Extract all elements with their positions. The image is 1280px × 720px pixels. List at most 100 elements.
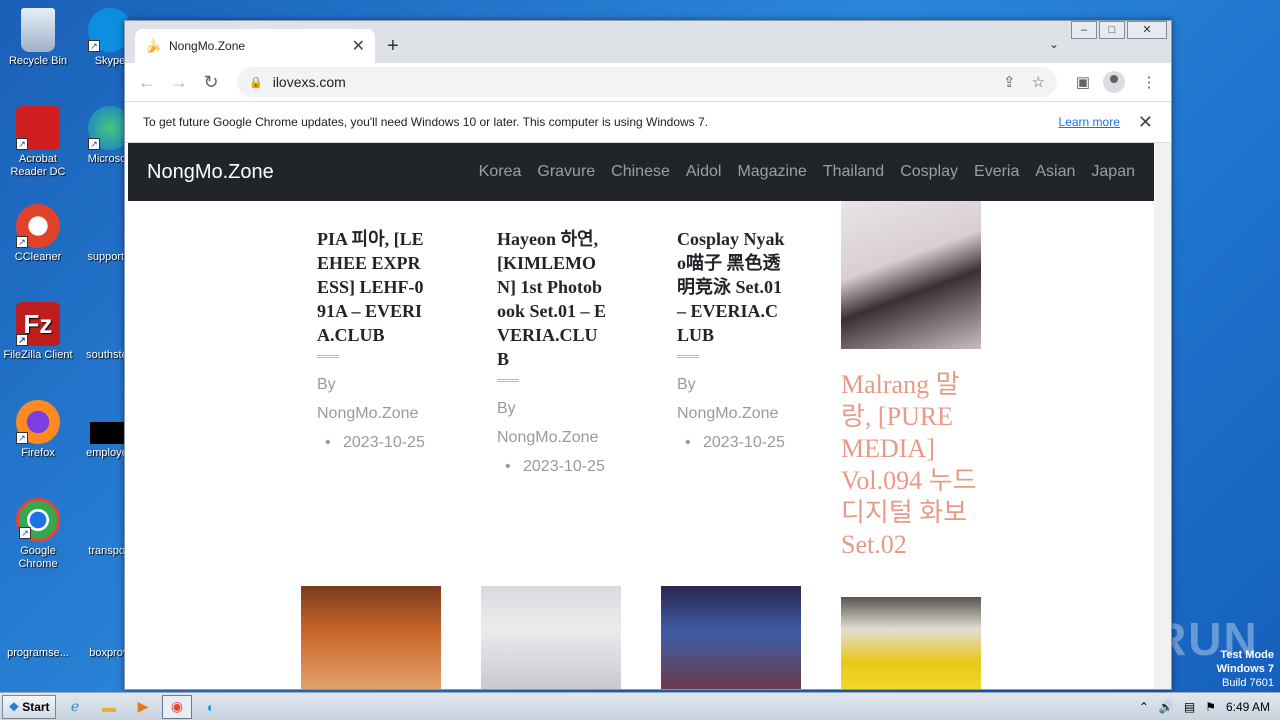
browser-toolbar: ← → ↻ 🔒 ilovexs.com ⇪ ☆ ▣ ⋮ [125, 63, 1171, 101]
reload-button[interactable]: ↻ [197, 68, 225, 96]
post-separator [677, 355, 699, 358]
post-thumbnail[interactable] [841, 597, 981, 689]
windows-logo-icon: ❖ [8, 699, 20, 714]
nav-link-gravure[interactable]: Gravure [537, 163, 595, 181]
edge-taskbar-icon[interactable]: ◐ [196, 695, 226, 719]
nav-link-korea[interactable]: Korea [479, 163, 522, 181]
nav-link-asian[interactable]: Asian [1035, 163, 1075, 181]
page-scrollbar[interactable] [1154, 143, 1171, 689]
desktop-icon-label: FileZilla Client [3, 349, 73, 361]
explorer-folder-icon[interactable]: ▬ [94, 695, 124, 719]
new-tab-button[interactable]: + [387, 35, 399, 58]
nav-link-aidol[interactable]: Aidol [686, 163, 722, 181]
watermark-line: Build 7601 [1222, 677, 1274, 689]
post-thumbnail[interactable] [661, 586, 801, 689]
chrome-taskbar-icon[interactable]: ◉ [162, 694, 192, 719]
acrobat-icon: ↗ [16, 106, 60, 150]
bookmark-star-icon[interactable]: ☆ [1032, 73, 1045, 91]
nav-link-magazine[interactable]: Magazine [737, 163, 806, 181]
nav-link-everia[interactable]: Everia [974, 163, 1019, 181]
tab-title: NongMo.Zone [169, 39, 246, 53]
post-thumbnail[interactable] [481, 586, 621, 689]
recycle-bin-icon [21, 8, 55, 52]
post-by: By [677, 376, 696, 393]
desktop-icon-label: programse... [7, 647, 69, 659]
nav-link-chinese[interactable]: Chinese [611, 163, 670, 181]
site-brand[interactable]: NongMo.Zone [147, 161, 479, 184]
url-text[interactable]: ilovexs.com [273, 74, 987, 90]
ccleaner-icon: ↗ [16, 204, 60, 248]
desktop-icon-acrobat[interactable]: ↗ Acrobat Reader DC [0, 106, 76, 179]
desktop-icon-label: Google Chrome [18, 545, 58, 570]
lock-icon[interactable]: 🔒 [249, 76, 263, 89]
filezilla-icon: Fz ↗ [16, 302, 60, 346]
file-icon [16, 600, 60, 644]
desktop-icon-recycle-bin[interactable]: Recycle Bin [0, 8, 76, 68]
desktop-icon-label: Acrobat Reader DC [10, 153, 66, 178]
chrome-icon: ↗ [16, 498, 60, 542]
desktop-icon-label: Skype [94, 55, 126, 67]
post-thumbnail[interactable] [841, 201, 981, 349]
profile-avatar[interactable] [1103, 71, 1125, 93]
post-author[interactable]: NongMo.Zone [317, 399, 427, 428]
tray-expand-icon[interactable]: ⌃ [1139, 700, 1149, 714]
volume-icon[interactable]: 🔊 [1159, 700, 1174, 714]
post-separator [497, 379, 519, 382]
learn-more-link[interactable]: Learn more [1059, 115, 1120, 129]
nav-link-japan[interactable]: Japan [1091, 163, 1135, 181]
nav-link-cosplay[interactable]: Cosplay [900, 163, 958, 181]
post-author[interactable]: NongMo.Zone [497, 423, 607, 452]
featured-post-title[interactable]: Malrang 말랑, [PURE MEDIA] Vol.094 누드 디지털 … [841, 369, 981, 561]
internet-explorer-icon[interactable]: ℯ [60, 695, 90, 719]
post-card: Hayeon 하연, [KIMLEMON] 1st Photobook Set.… [497, 227, 607, 481]
side-panel-icon[interactable]: ▣ [1069, 73, 1097, 91]
desktop-icon-programse[interactable]: programse... [0, 600, 76, 660]
clock[interactable]: 6:49 AM [1226, 700, 1270, 714]
watermark-line: Windows 7 [1216, 663, 1274, 675]
desktop-icon-firefox[interactable]: ↗ Firefox [0, 400, 76, 460]
site-navbar: NongMo.Zone Korea Gravure Chinese Aidol … [128, 143, 1154, 201]
post-card: Cosplay Nyako喵子 黑色透明竞泳 Set.01 – EVERIA.C… [677, 227, 787, 457]
taskbar: ❖ Start ℯ ▬ ▶ ◉ ◐ ⌃ 🔊 ▤ ⚑ 6:49 AM [0, 692, 1280, 720]
tab-search-chevron-icon[interactable]: ⌄ [1049, 37, 1059, 51]
infobar-message: To get future Google Chrome updates, you… [143, 115, 709, 129]
banana-icon: 🍌 [145, 38, 162, 53]
share-icon[interactable]: ⇪ [1003, 73, 1016, 91]
menu-kebab-icon[interactable]: ⋮ [1135, 73, 1163, 91]
back-button[interactable]: ← [133, 68, 161, 96]
post-thumbnail[interactable] [301, 586, 441, 689]
network-icon[interactable]: ▤ [1184, 700, 1195, 714]
infobar-close-icon[interactable]: ✕ [1138, 112, 1153, 133]
tab-bar: 🍌 NongMo.Zone ✕ + ⌄ [125, 21, 1171, 63]
desktop-icon-chrome[interactable]: ↗ Google Chrome [0, 498, 76, 571]
post-author[interactable]: NongMo.Zone [677, 399, 787, 428]
nav-link-thailand[interactable]: Thailand [823, 163, 884, 181]
desktop-icon-ccleaner[interactable]: ↗ CCleaner [0, 204, 76, 264]
tab-nongmo[interactable]: 🍌 NongMo.Zone ✕ [135, 29, 375, 63]
start-button[interactable]: ❖ Start [2, 694, 56, 719]
firefox-icon: ↗ [16, 400, 60, 444]
post-by: By [497, 400, 516, 417]
post-separator [317, 355, 339, 358]
post-title[interactable]: Hayeon 하연, [KIMLEMON] 1st Photobook Set.… [497, 227, 607, 371]
post-date: 2023-10-25 [677, 428, 787, 457]
tab-close-icon[interactable]: ✕ [352, 36, 365, 56]
post-date: 2023-10-25 [497, 452, 607, 481]
media-player-icon[interactable]: ▶ [128, 695, 158, 719]
test-mode-watermark: Test Mode Windows 7 Build 7601 [1217, 648, 1274, 690]
update-infobar: To get future Google Chrome updates, you… [125, 101, 1171, 143]
post-title[interactable]: PIA 피아, [LEEHEE EXPRESS] LEHF-091A – EVE… [317, 227, 427, 347]
desktop-icon-label: Firefox [21, 447, 55, 459]
post-by: By [317, 376, 336, 393]
address-bar[interactable]: 🔒 ilovexs.com ⇪ ☆ [237, 67, 1057, 97]
flag-icon[interactable]: ⚑ [1205, 700, 1216, 714]
post-date: 2023-10-25 [317, 428, 427, 457]
desktop-icon-label: CCleaner [14, 251, 62, 263]
system-tray: ⌃ 🔊 ▤ ⚑ 6:49 AM [1139, 700, 1280, 714]
desktop-icon-filezilla[interactable]: Fz ↗ FileZilla Client [0, 302, 76, 362]
forward-button[interactable]: → [165, 68, 193, 96]
chrome-window: – □ ✕ 🍌 NongMo.Zone ✕ + ⌄ ← → ↻ 🔒 ilovex… [124, 20, 1172, 690]
watermark-line: Test Mode [1220, 649, 1274, 661]
start-label: Start [22, 699, 50, 714]
post-title[interactable]: Cosplay Nyako喵子 黑色透明竞泳 Set.01 – EVERIA.C… [677, 227, 787, 347]
